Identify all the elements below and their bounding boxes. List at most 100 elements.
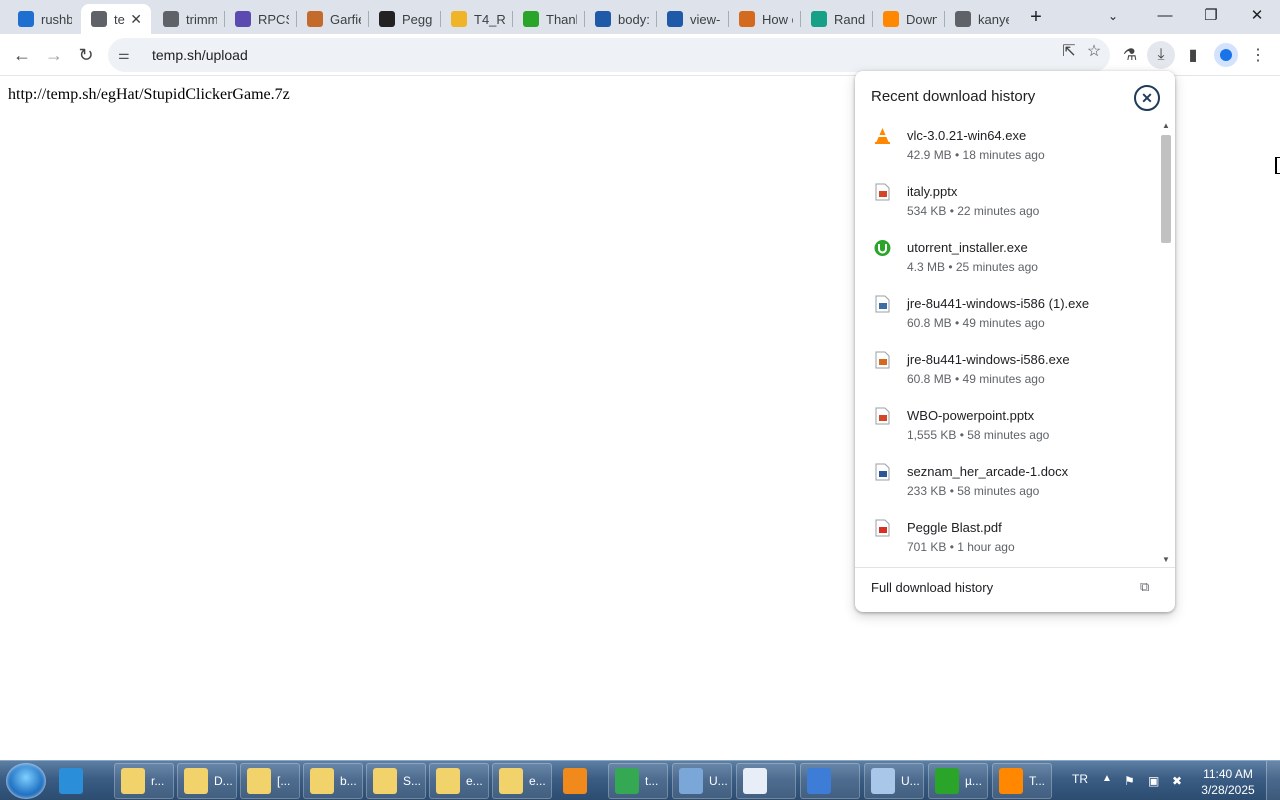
menu-kebab-icon[interactable]: ⋮ [1244, 41, 1272, 69]
taskbar-item[interactable]: t... [608, 763, 668, 799]
tab-12[interactable]: Rando [801, 4, 871, 34]
taskbar-item-label: U... [709, 774, 728, 788]
tab-5[interactable]: Garfie [297, 4, 367, 34]
tab-6[interactable]: Peggl [369, 4, 439, 34]
tab-8[interactable]: Thank [513, 4, 583, 34]
restore-button[interactable]: ❐ [1188, 0, 1234, 30]
close-icon[interactable]: ✕ [1134, 85, 1160, 111]
profile-avatar[interactable] [1214, 43, 1238, 67]
tab-11[interactable]: How c [729, 4, 799, 34]
download-filename: WBO-powerpoint.pptx [907, 408, 1035, 423]
tab-13[interactable]: Down [873, 4, 943, 34]
utorrent-icon [935, 768, 959, 794]
taskbar-item[interactable]: e... [429, 763, 489, 799]
taskbar-item[interactable]: b... [303, 763, 363, 799]
downloads-list: vlc-3.0.21-win64.exe 42.9 MB • 18 minutes… [855, 117, 1159, 567]
taskbar-item[interactable] [800, 763, 860, 799]
download-filename: utorrent_installer.exe [907, 240, 1028, 255]
docx-file-icon [874, 463, 891, 481]
close-window-button[interactable]: ✕ [1234, 0, 1280, 30]
forward-button[interactable]: → [39, 40, 69, 70]
browser-toolbar: ← → ↻ ⚌ temp.sh/upload ⇱ ☆ ⚗ ⤓ ▮ ⋮ [0, 34, 1280, 76]
download-meta: 701 KB • 1 hour ago [907, 540, 1015, 554]
download-item[interactable]: utorrent_installer.exe 4.3 MB • 25 minute… [855, 229, 1159, 285]
side-panel-icon[interactable]: ▮ [1179, 41, 1207, 69]
scroll-down-icon[interactable]: ▼ [1162, 555, 1170, 564]
tab-title: T4_Ri [474, 11, 505, 27]
taskbar-item-label: r... [151, 774, 165, 788]
download-item[interactable]: jre-8u441-windows-i586 (1).exe 60.8 MB • … [855, 285, 1159, 341]
downloads-footer[interactable]: Full download history ⧉ [855, 567, 1175, 612]
tab-3[interactable]: trimm [153, 4, 223, 34]
taskbar-item[interactable]: S... [366, 763, 426, 799]
taskbar-item-label: T... [1029, 774, 1046, 788]
labs-flask-icon[interactable]: ⚗ [1116, 41, 1144, 69]
downloads-bubble: Recent download history ✕ vlc-3.0.21-win… [855, 71, 1175, 612]
taskbar-item[interactable] [736, 763, 796, 799]
tab-separator [872, 11, 873, 27]
network-icon[interactable]: ▣ [1148, 774, 1162, 788]
action-center-icon[interactable]: ⚑ [1124, 774, 1138, 788]
tab-14[interactable]: kanye [945, 4, 1015, 34]
start-button[interactable] [6, 763, 46, 799]
address-bar[interactable]: ⚌ temp.sh/upload [108, 38, 1110, 72]
tab-title: Garfie [330, 11, 361, 27]
tab-2[interactable]: te ✕ [81, 4, 151, 34]
open-external-icon[interactable]: ⧉ [1140, 579, 1149, 595]
minimize-button[interactable]: — [1142, 0, 1188, 30]
tab-10[interactable]: view-: [657, 4, 727, 34]
language-indicator[interactable]: TR [1072, 772, 1088, 786]
share-icon[interactable]: ⇱ [1058, 40, 1080, 62]
download-item[interactable]: italy.pptx 534 KB • 22 minutes ago [855, 173, 1159, 229]
taskbar-item[interactable]: T... [992, 763, 1052, 799]
bookmark-star-icon[interactable]: ☆ [1083, 40, 1105, 62]
downloads-button[interactable]: ⤓ [1147, 41, 1175, 69]
site-info-icon[interactable]: ⚌ [118, 47, 138, 63]
clock[interactable]: 11:40 AM 3/28/2025 [1196, 766, 1260, 798]
full-download-history-link[interactable]: Full download history [871, 580, 993, 595]
new-tab-button[interactable]: + [1024, 5, 1048, 29]
sunglasses-icon [667, 11, 683, 27]
tab-search-button[interactable]: ⌄ [1103, 6, 1123, 26]
taskbar-item[interactable]: µ... [928, 763, 988, 799]
tab-4[interactable]: RPCS [225, 4, 295, 34]
url-text[interactable]: temp.sh/upload [152, 47, 248, 63]
taskbar-item[interactable] [556, 763, 600, 799]
volume-muted-icon[interactable]: ✖ [1172, 774, 1186, 788]
reload-button[interactable]: ↻ [71, 40, 101, 70]
download-item[interactable]: vlc-3.0.21-win64.exe 42.9 MB • 18 minutes… [855, 117, 1159, 173]
pdf-file-icon [874, 519, 891, 537]
download-item[interactable]: seznam_her_arcade-1.docx 233 KB • 58 minu… [855, 453, 1159, 509]
r-icon [811, 11, 827, 27]
sunglasses-icon [595, 11, 611, 27]
taskbar: r... D... [... b... S... e... e... t... U... U...… [0, 760, 1280, 800]
scrollbar-thumb[interactable] [1161, 135, 1171, 243]
downloads-title: Recent download history [871, 88, 1036, 105]
show-hidden-icons-icon[interactable]: ▲ [1102, 773, 1112, 784]
folder-icon [310, 768, 334, 794]
taskbar-item[interactable]: D... [177, 763, 237, 799]
system-tray: TR ▲ ⚑ ▣ ✖ 11:40 AM 3/28/2025 [1062, 761, 1280, 800]
download-item[interactable]: WBO-powerpoint.pptx 1,555 KB • 58 minutes… [855, 397, 1159, 453]
back-button[interactable]: ← [7, 40, 37, 70]
chrome-icon [615, 768, 639, 794]
tab-7[interactable]: T4_Ri [441, 4, 511, 34]
download-filename: jre-8u441-windows-i586.exe [907, 352, 1070, 367]
taskbar-item[interactable]: U... [864, 763, 924, 799]
download-item[interactable]: Peggle Blast.pdf 701 KB • 1 hour ago [855, 509, 1159, 565]
taskbar-item[interactable]: [... [240, 763, 300, 799]
rpcs-icon [235, 11, 251, 27]
download-item[interactable]: jre-8u441-windows-i586.exe 60.8 MB • 49 m… [855, 341, 1159, 397]
tab-separator [296, 11, 297, 27]
close-tab-icon[interactable]: ✕ [127, 11, 145, 28]
scroll-up-icon[interactable]: ▲ [1162, 121, 1170, 130]
taskbar-item[interactable]: r... [114, 763, 174, 799]
taskbar-item[interactable]: U... [672, 763, 732, 799]
tab-9[interactable]: body: [585, 4, 655, 34]
utorrent-icon [523, 11, 539, 27]
show-desktop-button[interactable] [1266, 761, 1280, 800]
tab-1[interactable]: rushb [8, 4, 78, 34]
downloads-scrollbar[interactable]: ▲ ▼ [1159, 119, 1173, 567]
taskbar-item[interactable] [52, 763, 110, 799]
taskbar-item[interactable]: e... [492, 763, 552, 799]
